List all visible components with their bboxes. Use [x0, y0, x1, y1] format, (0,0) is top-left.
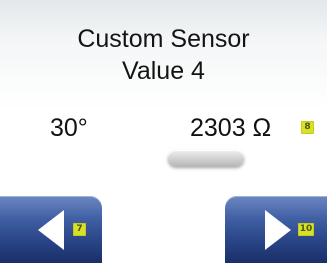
resistance-value: 2303 Ω — [190, 114, 272, 142]
right-arrow-icon — [265, 210, 291, 250]
back-button[interactable]: 7 — [0, 196, 102, 263]
resistance-key-badge[interactable]: 8 — [301, 121, 314, 134]
page-title: Custom Sensor — [77, 25, 250, 53]
thermostat-screen: Custom Sensor Value 4 30° 2303 Ω 8 7 10 — [0, 0, 327, 263]
page-subtitle: Value 4 — [122, 57, 205, 85]
back-key-badge: 7 — [73, 223, 86, 236]
temperature-value: 30° — [50, 114, 88, 142]
resistance-slider[interactable] — [168, 150, 244, 166]
next-key-badge: 10 — [298, 223, 314, 236]
left-arrow-icon — [38, 210, 64, 250]
next-button[interactable]: 10 — [225, 196, 327, 263]
